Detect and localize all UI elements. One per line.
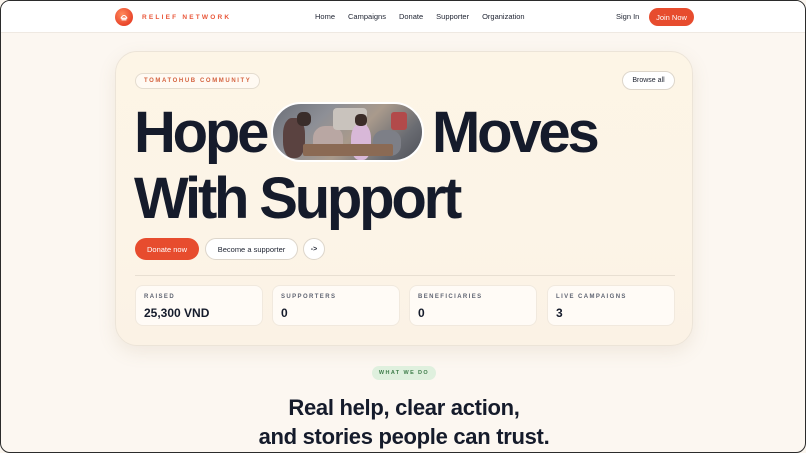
headline-word-hope: Hope bbox=[134, 100, 269, 165]
stat-card-live-campaigns: LIVE CAMPAIGNS 3 bbox=[547, 285, 675, 326]
top-navbar: RELIEF NETWORK Home Campaigns Donate Sup… bbox=[1, 1, 805, 33]
nav-link-donate[interactable]: Donate bbox=[399, 12, 423, 21]
section-title-line-1: Real help, clear action, bbox=[288, 395, 520, 420]
section-title-line-2: and stories people can trust. bbox=[258, 424, 550, 449]
brand-name: RELIEF NETWORK bbox=[142, 13, 232, 21]
become-supporter-button[interactable]: Become a supporter bbox=[205, 238, 298, 260]
headline-line-2: With Support bbox=[134, 166, 462, 231]
browser-frame: RELIEF NETWORK Home Campaigns Donate Sup… bbox=[0, 0, 806, 453]
stat-label: BENEFICIARIES bbox=[418, 294, 483, 300]
stat-label: SUPPORTERS bbox=[281, 294, 337, 300]
hero-divider bbox=[135, 275, 675, 276]
stat-value: 0 bbox=[418, 306, 425, 320]
stat-value: 0 bbox=[281, 306, 288, 320]
hero-card: TOMATOHUB COMMUNITY Browse all Hope Move… bbox=[115, 51, 693, 346]
headline-word-moves: Moves bbox=[432, 100, 600, 165]
relief-network-logo-icon bbox=[115, 8, 133, 26]
join-now-button[interactable]: Join Now bbox=[649, 8, 694, 26]
stat-value: 25,300 VND bbox=[144, 306, 210, 320]
community-tag: TOMATOHUB COMMUNITY bbox=[135, 73, 261, 89]
nav-links: Home Campaigns Donate Supporter Organiza… bbox=[315, 12, 538, 21]
brand[interactable]: RELIEF NETWORK bbox=[115, 8, 231, 26]
what-we-do-badge: WHAT WE DO bbox=[372, 366, 436, 380]
donate-now-button[interactable]: Donate now bbox=[135, 238, 199, 260]
stat-label: RAISED bbox=[144, 294, 176, 300]
stat-card-supporters: SUPPORTERS 0 bbox=[272, 285, 400, 326]
browse-all-button[interactable]: Browse all bbox=[622, 71, 675, 90]
nav-link-home[interactable]: Home bbox=[315, 12, 335, 21]
sign-in-link[interactable]: Sign In bbox=[616, 12, 639, 21]
nav-link-organization[interactable]: Organization bbox=[482, 12, 525, 21]
stat-card-beneficiaries: BENEFICIARIES 0 bbox=[409, 285, 537, 326]
stat-label: LIVE CAMPAIGNS bbox=[556, 294, 627, 300]
arrow-button[interactable]: -> bbox=[303, 238, 325, 260]
stat-value: 3 bbox=[556, 306, 563, 320]
nav-link-campaigns[interactable]: Campaigns bbox=[348, 12, 386, 21]
classroom-photo bbox=[271, 102, 424, 162]
stat-card-raised: RAISED 25,300 VND bbox=[135, 285, 263, 326]
nav-link-supporter[interactable]: Supporter bbox=[436, 12, 469, 21]
